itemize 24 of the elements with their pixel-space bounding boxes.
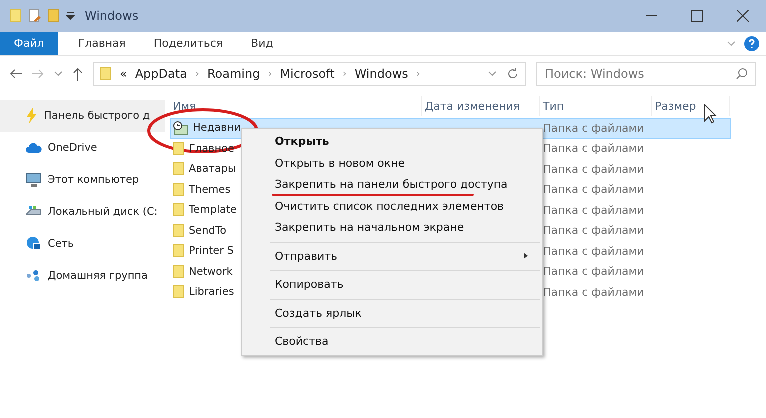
nav-label: Этот компьютер [48,174,140,186]
file-type: Папка с файлами [542,265,646,278]
file-type: Папка с файлами [542,162,646,176]
nav-label: OneDrive [48,142,98,154]
file-name: SendTo [189,224,226,237]
nav-label: Сеть [48,238,74,250]
file-type: Папка с файлами [542,142,646,156]
file-type: Папка с файлами [542,183,646,196]
file-type: Папка с файлами [542,122,646,135]
nav-label: Локальный диск (C: [48,206,158,218]
file-name: Printer S [189,245,234,258]
file-name: Аватары [189,163,236,176]
file-name: Network [189,266,233,278]
window-title: Windows [85,9,139,23]
file-name: Libraries [189,286,234,298]
file-type: Папка с файлами [542,204,646,217]
file-type: Папка с файлами [542,244,646,258]
nav-label: Домашняя группа [48,270,148,282]
file-name: Themes [189,184,231,196]
file-name: Недавни [193,122,241,134]
nav-label: Панель быстрого д [44,110,150,122]
file-name: Template [189,204,237,216]
file-type: Папка с файлами [542,286,646,299]
file-type: Папка с файлами [542,224,646,238]
